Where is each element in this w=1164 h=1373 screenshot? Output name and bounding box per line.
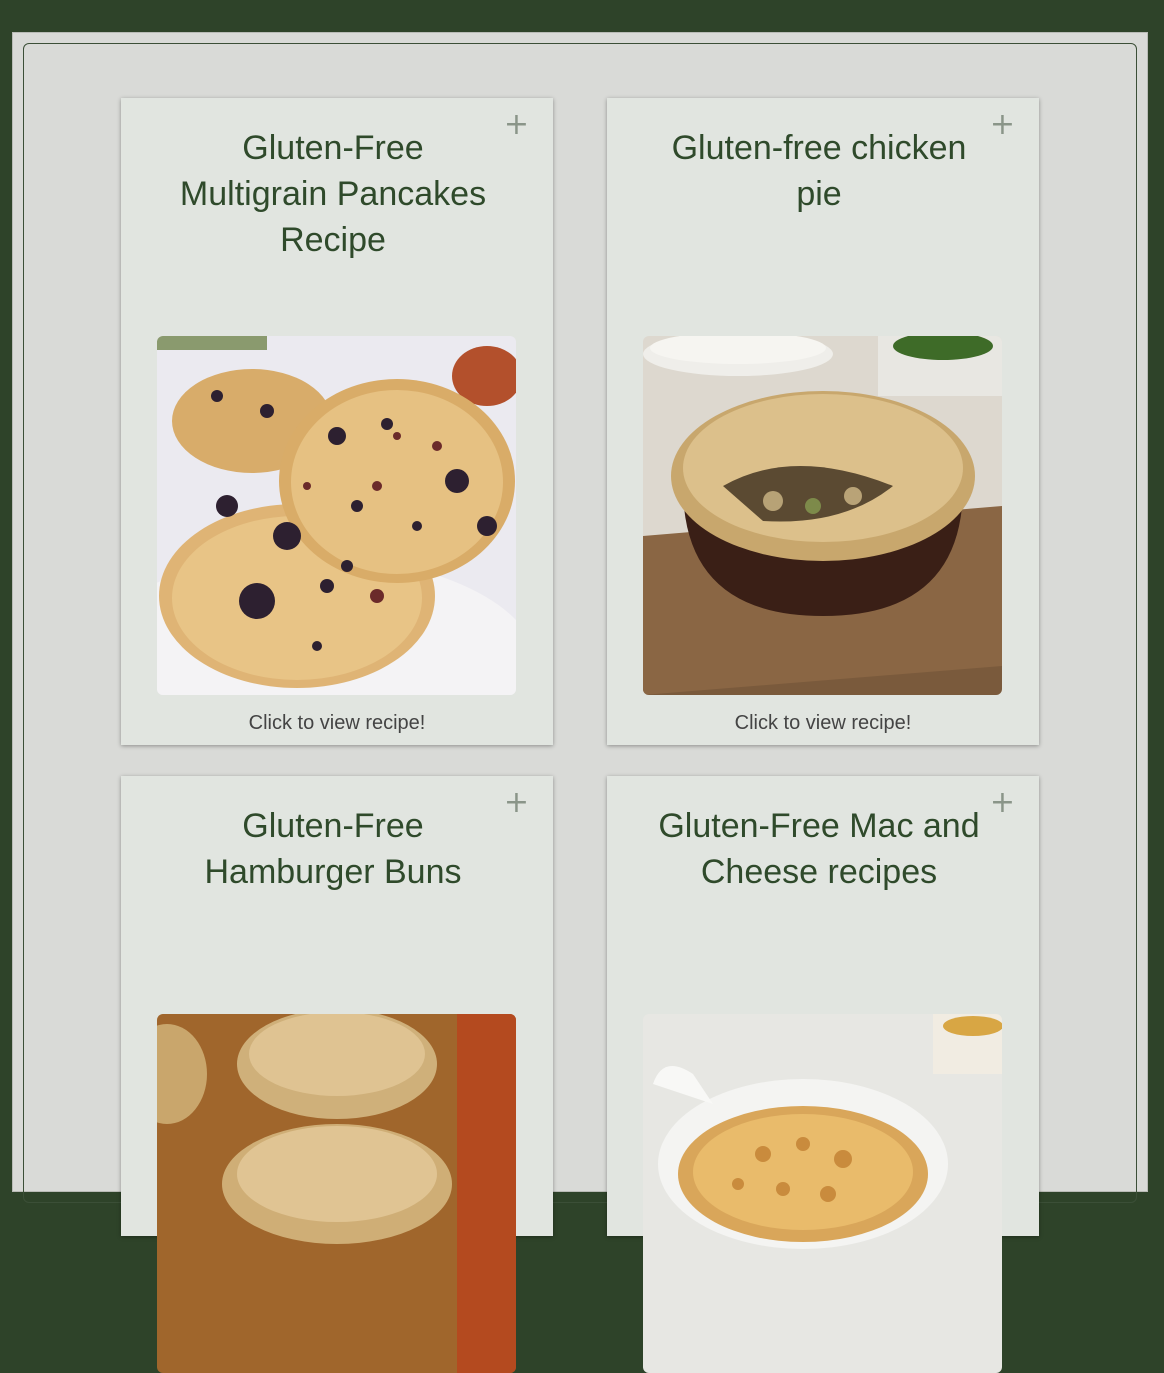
recipe-grid: Gluten-Free Multigrain Pancakes Recipe + xyxy=(23,43,1137,1373)
recipe-card-pancakes[interactable]: Gluten-Free Multigrain Pancakes Recipe + xyxy=(121,98,553,745)
plus-icon[interactable]: + xyxy=(504,788,529,818)
plus-icon[interactable]: + xyxy=(990,788,1015,818)
view-recipe-link[interactable]: Click to view recipe! xyxy=(121,712,553,735)
recipe-card-hamburger-buns[interactable]: Gluten-Free Hamburger Buns + xyxy=(121,776,553,1373)
main-panel: Gluten-Free Multigrain Pancakes Recipe + xyxy=(12,32,1148,1373)
hamburger-buns-photo[interactable] xyxy=(157,1014,516,1373)
pancakes-photo[interactable] xyxy=(157,336,516,695)
view-recipe-link[interactable]: Click to view recipe! xyxy=(607,712,1039,735)
plus-icon[interactable]: + xyxy=(504,110,529,140)
mac-and-cheese-photo[interactable] xyxy=(643,1014,1002,1373)
chicken-pie-photo[interactable] xyxy=(643,336,1002,695)
recipe-title: Gluten-Free Multigrain Pancakes Recipe xyxy=(179,129,487,259)
plus-icon[interactable]: + xyxy=(990,110,1015,140)
recipe-title: Gluten-Free Mac and Cheese recipes xyxy=(658,807,980,891)
recipe-title: Gluten-Free Hamburger Buns xyxy=(204,807,462,891)
recipe-card-mac-and-cheese[interactable]: Gluten-Free Mac and Cheese recipes + xyxy=(607,776,1039,1373)
recipe-card-chicken-pie[interactable]: Gluten-free chicken pie + Click to view … xyxy=(607,98,1039,745)
recipe-title: Gluten-free chicken pie xyxy=(671,129,967,213)
